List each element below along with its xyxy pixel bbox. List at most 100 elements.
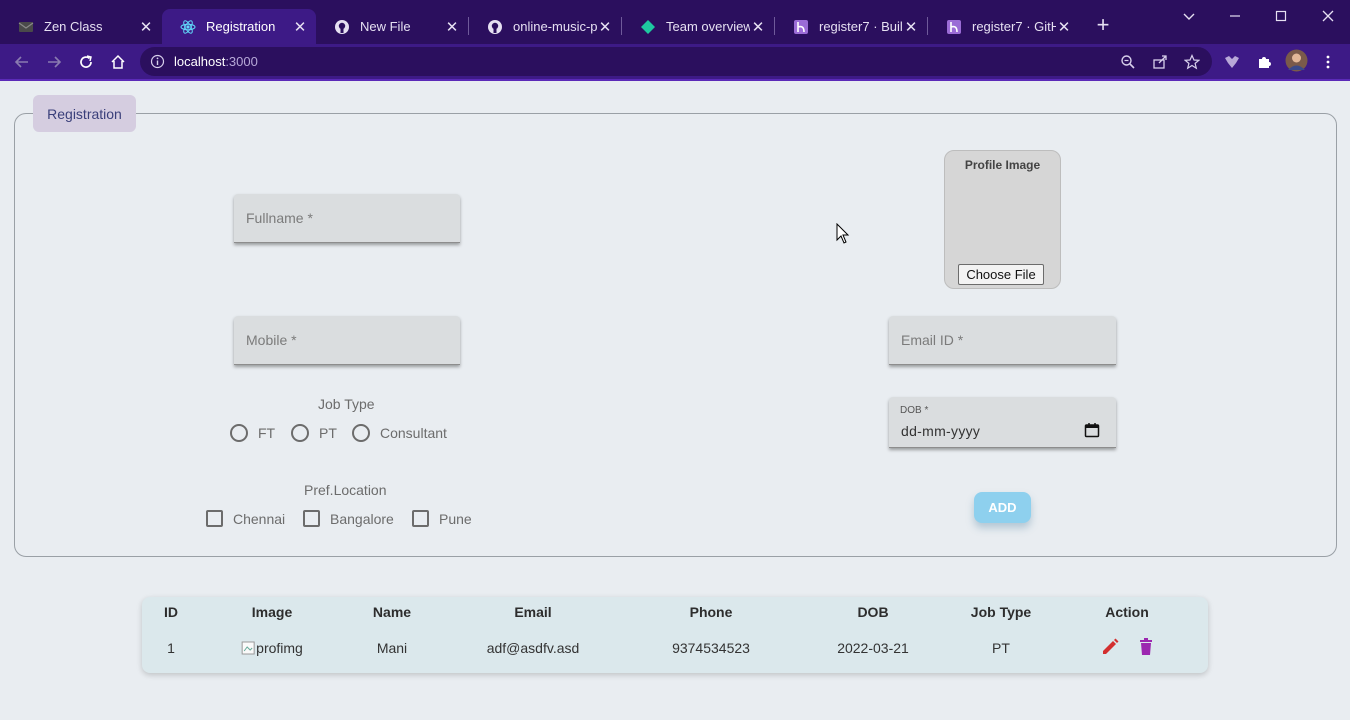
github-icon: [334, 19, 350, 35]
checkbox-pune[interactable]: Pune: [412, 510, 472, 527]
tab-registration[interactable]: Registration ✕: [162, 9, 316, 44]
avatar[interactable]: [1285, 49, 1308, 72]
delete-icon[interactable]: [1136, 637, 1156, 657]
tab-search-icon[interactable]: [1179, 6, 1199, 26]
extension-icon[interactable]: [1222, 52, 1242, 72]
tab-team-overview[interactable]: Team overview | ✕: [622, 9, 774, 44]
url-text: localhost:3000: [174, 54, 258, 69]
dob-input[interactable]: dd-mm-yyyy: [901, 423, 980, 439]
close-icon[interactable]: ✕: [292, 19, 308, 36]
column-header-email: Email: [514, 604, 552, 620]
close-icon[interactable]: ✕: [597, 19, 613, 36]
cell-id: 1: [167, 640, 175, 656]
tab-zen-class[interactable]: Zen Class ✕: [0, 9, 162, 44]
new-tab-button[interactable]: +: [1093, 14, 1113, 36]
tab-label: register7 · Build |: [819, 19, 903, 34]
diamond-icon: [640, 19, 656, 35]
mail-icon: [18, 19, 34, 35]
email-field[interactable]: [889, 316, 1116, 365]
checkbox-label: Pune: [439, 510, 472, 527]
radio-label: PT: [319, 425, 337, 441]
column-header-name: Name: [372, 604, 412, 620]
tab-label: New File: [360, 19, 411, 34]
share-icon[interactable]: [1150, 52, 1170, 72]
close-icon[interactable]: ✕: [444, 19, 460, 36]
tab-register7-build[interactable]: register7 · Build | ✕: [775, 9, 927, 44]
url-port: :3000: [225, 54, 258, 69]
registration-fieldset: [14, 113, 1337, 557]
mobile-field[interactable]: [234, 316, 460, 365]
tab-label: Team overview |: [666, 19, 750, 34]
checkbox-bangalore[interactable]: Bangalore: [303, 510, 394, 527]
profile-image-box: Profile Image Choose File: [944, 150, 1061, 289]
cell-name: Mani: [376, 640, 408, 656]
fullname-field[interactable]: [234, 194, 460, 243]
tab-register7-github[interactable]: register7 · GitHu ✕: [928, 9, 1080, 44]
email-input[interactable]: [889, 316, 1116, 364]
puzzle-icon[interactable]: [1254, 52, 1274, 72]
fullname-input[interactable]: [234, 194, 460, 242]
column-header-action: Action: [1105, 604, 1149, 620]
tab-label: Zen Class: [44, 19, 103, 34]
close-icon[interactable]: ✕: [750, 19, 766, 36]
radio-label: FT: [258, 425, 276, 441]
calendar-icon[interactable]: [1084, 422, 1100, 438]
close-window-icon[interactable]: [1318, 6, 1338, 26]
checkbox-box[interactable]: [303, 510, 320, 527]
edit-icon[interactable]: [1100, 637, 1120, 657]
reload-icon[interactable]: [76, 52, 96, 72]
address-bar[interactable]: localhost:3000: [140, 47, 1212, 76]
mobile-input[interactable]: [234, 316, 460, 364]
radio-circle[interactable]: [230, 424, 248, 442]
broken-image-icon: [241, 641, 255, 655]
column-header-phone: Phone: [689, 604, 733, 620]
home-icon[interactable]: [108, 52, 128, 72]
minimize-icon[interactable]: [1225, 6, 1245, 26]
checkbox-label: Chennai: [233, 510, 286, 527]
checkbox-box[interactable]: [412, 510, 429, 527]
close-icon[interactable]: ✕: [903, 19, 919, 36]
profile-image-title: Profile Image: [964, 158, 1041, 172]
cell-job-type: PT: [992, 640, 1010, 656]
cell-dob: 2022-03-21: [837, 640, 909, 656]
radio-pt[interactable]: PT: [291, 424, 337, 442]
kebab-menu-icon[interactable]: [1318, 52, 1338, 72]
checkbox-chennai[interactable]: Chennai: [206, 510, 285, 527]
close-icon[interactable]: ✕: [1056, 19, 1072, 36]
zoom-icon[interactable]: [1118, 52, 1138, 72]
users-table: ID Image Name Email Phone DOB Job Type A…: [142, 597, 1208, 673]
maximize-icon[interactable]: [1271, 6, 1291, 26]
url-host: localhost: [174, 54, 226, 69]
browser-tab-strip: Zen Class ✕ Registration ✕ New File ✕ on…: [0, 0, 1350, 44]
radio-consultant[interactable]: Consultant: [352, 424, 447, 442]
bookmark-star-icon[interactable]: [1182, 52, 1202, 72]
add-button[interactable]: ADD: [974, 492, 1031, 523]
tab-online-music[interactable]: online-music-pla ✕: [469, 9, 621, 44]
checkbox-box[interactable]: [206, 510, 223, 527]
dob-field[interactable]: DOB * dd-mm-yyyy: [889, 397, 1116, 448]
radio-label: Consultant: [380, 425, 447, 441]
registration-legend: Registration: [33, 95, 136, 132]
radio-circle[interactable]: [352, 424, 370, 442]
cell-image: profimg: [241, 640, 303, 656]
radio-circle[interactable]: [291, 424, 309, 442]
column-header-image: Image: [251, 604, 293, 620]
heroku-icon: [793, 19, 809, 35]
tab-label: Registration: [206, 19, 276, 34]
column-header-job-type: Job Type: [970, 604, 1032, 620]
info-icon[interactable]: [150, 54, 165, 69]
tab-new-file[interactable]: New File ✕: [316, 9, 468, 44]
checkbox-label: Bangalore: [330, 510, 394, 527]
column-header-id: ID: [164, 604, 178, 620]
radio-ft[interactable]: FT: [230, 424, 275, 442]
cell-phone: 9374534523: [672, 640, 750, 656]
image-alt-text: profimg: [256, 640, 303, 656]
back-icon[interactable]: [12, 52, 32, 72]
dob-label: DOB *: [900, 405, 929, 416]
browser-toolbar: localhost:3000: [0, 44, 1350, 79]
cell-email: adf@asdfv.asd: [486, 640, 580, 656]
forward-icon[interactable]: [44, 52, 64, 72]
close-icon[interactable]: ✕: [138, 19, 154, 36]
toolbar-divider: [0, 79, 1350, 81]
choose-file-button[interactable]: Choose File: [958, 264, 1044, 285]
